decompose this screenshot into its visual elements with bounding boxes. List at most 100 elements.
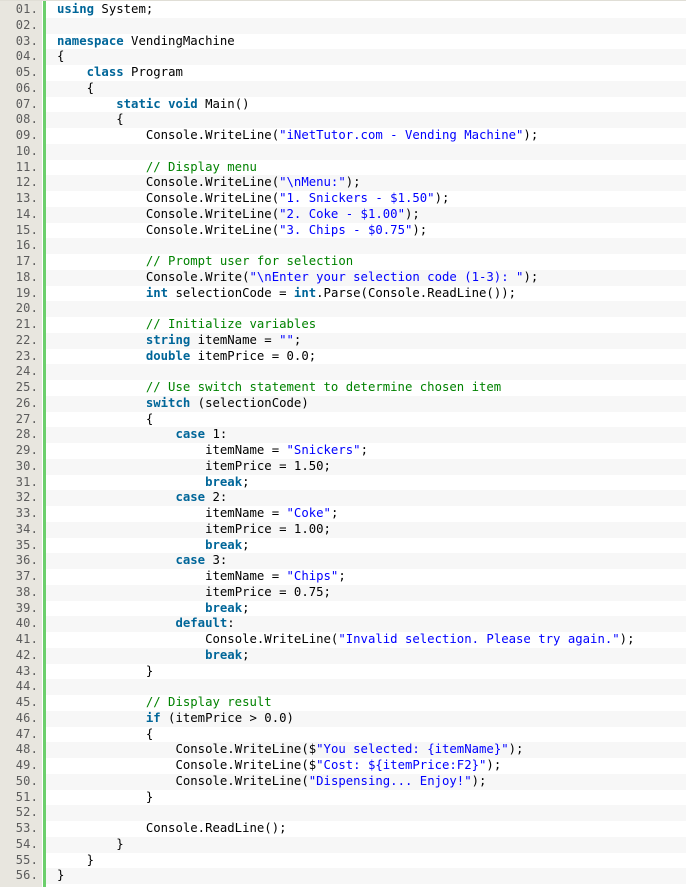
line-number: 01.	[15, 2, 38, 16]
code-line: 53. Console.ReadLine();	[0, 821, 686, 837]
code-text: Console.WriteLine("1. Snickers - $1.50")…	[46, 191, 686, 207]
line-number: 12.	[15, 175, 38, 190]
code-text: case 1:	[46, 427, 686, 443]
line-number: 09.	[15, 128, 38, 142]
line-number: 28.	[15, 427, 38, 442]
code-line: 09. Console.WriteLine("iNetTutor.com - V…	[0, 128, 686, 144]
keyword-token: break	[205, 600, 243, 615]
line-number: 37.	[15, 569, 38, 583]
string-token: "1. Snickers - $1.50"	[279, 191, 435, 205]
line-number: 03.	[15, 33, 38, 48]
code-text: // Display result	[46, 695, 686, 711]
code-text: Console.ReadLine();	[46, 821, 686, 837]
code-text: break;	[46, 647, 686, 664]
code-line: 31. break;	[0, 475, 686, 491]
line-number: 14.	[15, 206, 38, 221]
code-token: );	[486, 758, 502, 772]
code-line: 41. Console.WriteLine("Invalid selection…	[0, 632, 686, 648]
code-text: Console.WriteLine($"You selected: {itemN…	[46, 742, 686, 758]
line-number: 47.	[15, 726, 38, 741]
line-number: 40.	[15, 616, 38, 631]
code-token: {	[116, 112, 124, 127]
string-token: "3. Chips - $0.75"	[279, 222, 413, 237]
code-token: );	[345, 175, 361, 190]
code-text: itemPrice = 1.50;	[46, 458, 686, 475]
string-token: "2. Coke - $1.00"	[279, 206, 405, 221]
code-token: Console.WriteLine($	[175, 742, 317, 757]
code-token: }	[145, 789, 154, 804]
line-number: 29.	[15, 443, 38, 457]
code-text: {	[46, 80, 686, 97]
code-line: 03. namespace VendingMachine	[0, 34, 686, 50]
code-line: 34. itemPrice = 1.00;	[0, 521, 686, 538]
code-lines: 01. using System; 02. 03. namespace VendingM…	[0, 2, 686, 884]
line-number: 45.	[15, 695, 38, 709]
code-token: Console.WriteLine(	[205, 632, 339, 646]
code-token: );	[404, 206, 420, 221]
keyword-token: static	[116, 96, 161, 111]
comment-token: // Prompt user for selection	[145, 254, 354, 268]
code-text: case 3:	[46, 553, 686, 569]
code-line: 35. break;	[0, 538, 686, 554]
keyword-token: using	[57, 2, 95, 16]
line-number: 32.	[15, 490, 38, 505]
code-token: );	[434, 191, 450, 205]
line-number: 15.	[15, 222, 38, 237]
keyword-token: break	[205, 474, 243, 489]
code-line: 42. break;	[0, 647, 686, 664]
line-number: 20.	[15, 301, 38, 316]
code-text: itemName = "Coke";	[46, 506, 686, 522]
code-line: 18. Console.Write("\nEnter your selectio…	[0, 269, 686, 286]
code-line: 47. {	[0, 727, 686, 743]
line-number: 21.	[15, 317, 38, 331]
string-token: "You selected: {itemName}"	[316, 742, 509, 757]
code-text: {	[46, 112, 686, 128]
code-token: {	[145, 411, 154, 426]
comment-token: // Use switch statement to determine cho…	[145, 380, 502, 394]
code-text: Console.WriteLine("2. Coke - $1.00");	[46, 206, 686, 223]
code-text: int selectionCode = int.Parse(Console.Re…	[46, 286, 686, 302]
code-token: Console.WriteLine(	[175, 773, 309, 788]
code-line: 27. {	[0, 412, 686, 428]
keyword-token: switch	[145, 395, 191, 410]
line-number: 08.	[15, 112, 38, 127]
code-token: ;	[242, 474, 250, 489]
code-text: // Initialize variables	[46, 317, 686, 333]
string-token: "\nMenu:"	[279, 175, 346, 190]
code-text: }	[46, 836, 686, 853]
code-line: 12. Console.WriteLine("\nMenu:");	[0, 175, 686, 191]
keyword-token: string	[145, 332, 191, 347]
code-text: break;	[46, 475, 686, 491]
code-text: class Program	[46, 65, 686, 81]
line-number: 16.	[15, 238, 38, 253]
code-line: 26. switch (selectionCode)	[0, 395, 686, 412]
code-token: itemName =	[205, 569, 287, 583]
code-token: Console.WriteLine(	[145, 128, 280, 142]
code-token: VendingMachine	[123, 33, 235, 48]
line-number: 02.	[15, 17, 38, 32]
code-token: 2:	[205, 490, 228, 505]
code-text	[46, 679, 686, 695]
code-token: (selectionCode)	[190, 395, 309, 410]
line-number: 38.	[15, 584, 38, 599]
code-text	[46, 238, 686, 254]
code-token: ;	[242, 537, 250, 552]
string-token: "Snickers"	[286, 443, 361, 457]
code-line: 30. itemPrice = 1.50;	[0, 458, 686, 475]
code-line: 44.	[0, 679, 686, 695]
line-number: 06.	[15, 80, 38, 95]
code-line: 49. Console.WriteLine($"Cost: ${itemPric…	[0, 758, 686, 774]
